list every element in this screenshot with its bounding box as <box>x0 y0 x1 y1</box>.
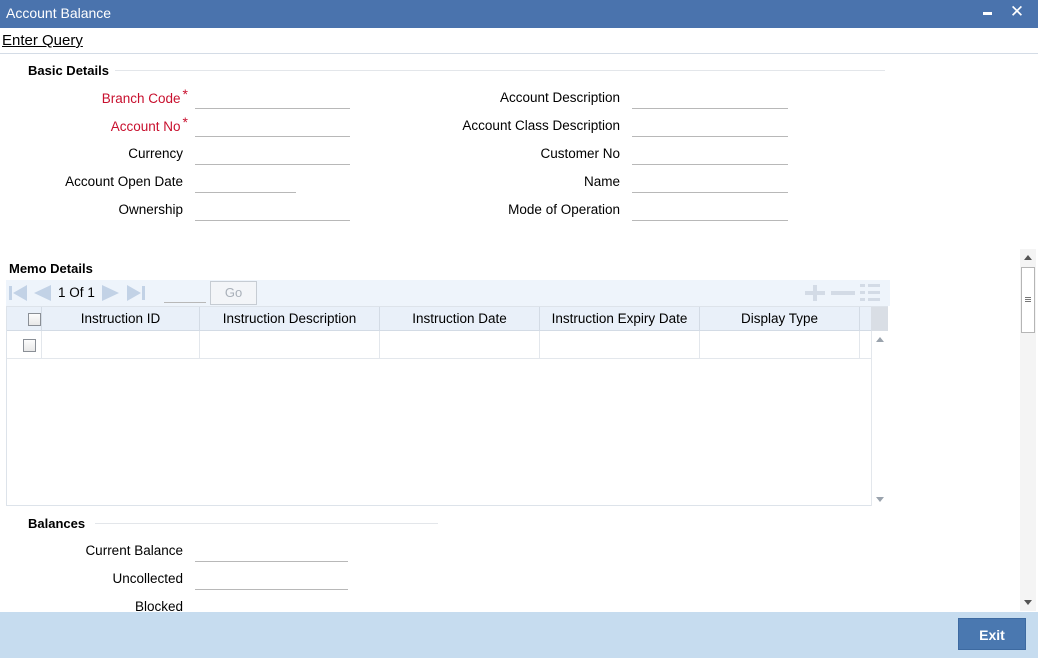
uncollected-label: Uncollected <box>112 571 183 586</box>
name-label: Name <box>583 174 620 189</box>
account-class-description-label: Account Class Description <box>462 118 620 133</box>
current-balance-input[interactable] <box>195 542 348 562</box>
balances-title: Balances <box>28 516 86 531</box>
header-instruction-id[interactable]: Instruction ID <box>42 307 200 331</box>
page-scroll-thumb[interactable] <box>1021 267 1035 333</box>
last-page-icon[interactable] <box>126 284 146 302</box>
required-marker: * <box>182 114 188 130</box>
page-scroll-up-icon[interactable] <box>1024 255 1032 260</box>
currency-input[interactable] <box>195 145 350 165</box>
scroll-up-icon[interactable] <box>876 337 884 342</box>
account-no-label-text: Account No <box>110 119 181 134</box>
branch-code-input[interactable] <box>195 89 350 109</box>
minimize-button[interactable] <box>978 0 1000 28</box>
row-select-cell <box>7 331 42 359</box>
instruction-date-cell[interactable] <box>380 331 540 359</box>
first-page-icon[interactable] <box>8 284 28 302</box>
basic-details-title: Basic Details <box>28 63 109 78</box>
page-scroll-down-icon[interactable] <box>1024 600 1032 605</box>
delete-row-icon[interactable] <box>830 282 856 304</box>
header-instruction-expiry-date[interactable]: Instruction Expiry Date <box>540 307 700 331</box>
header-instruction-description[interactable]: Instruction Description <box>200 307 380 331</box>
scroll-down-icon[interactable] <box>876 497 884 502</box>
current-page: 1 <box>58 285 66 300</box>
previous-page-icon[interactable] <box>32 284 52 302</box>
account-no-input[interactable] <box>195 117 350 137</box>
instruction-id-cell[interactable] <box>42 331 200 359</box>
balances-divider <box>95 523 438 524</box>
current-balance-label: Current Balance <box>85 543 183 558</box>
header-select-cell <box>7 307 42 331</box>
grid-scrollbar[interactable] <box>871 331 888 506</box>
grip-icon <box>1025 297 1031 298</box>
page-number-input[interactable] <box>164 284 206 303</box>
next-page-icon[interactable] <box>101 284 121 302</box>
instruction-expiry-date-cell[interactable] <box>540 331 700 359</box>
account-class-description-input[interactable] <box>632 117 788 137</box>
footer-bar: Exit <box>0 612 1038 658</box>
go-button[interactable]: Go <box>210 281 257 305</box>
branch-code-label: Branch Code * <box>101 86 188 106</box>
grid-header-corner <box>871 307 888 331</box>
page-scrollbar[interactable] <box>1020 249 1036 611</box>
select-all-checkbox[interactable] <box>28 313 41 326</box>
mode-of-operation-input[interactable] <box>632 201 788 221</box>
row-checkbox[interactable] <box>23 339 36 352</box>
basic-details-divider <box>115 70 885 71</box>
name-input[interactable] <box>632 173 788 193</box>
add-row-icon[interactable] <box>802 282 828 304</box>
uncollected-input[interactable] <box>195 570 348 590</box>
ownership-input[interactable] <box>195 201 350 221</box>
account-open-date-label: Account Open Date <box>65 174 183 189</box>
memo-details-grid: Instruction ID Instruction Description I… <box>6 306 888 506</box>
minimize-icon <box>983 12 992 15</box>
display-type-cell[interactable] <box>700 331 860 359</box>
memo-grid-toolbar: 1 Of 1 Go <box>6 280 890 306</box>
menu-divider <box>0 53 1038 54</box>
account-no-label: Account No * <box>110 114 188 134</box>
single-view-icon[interactable] <box>858 282 884 304</box>
instruction-description-cell[interactable] <box>200 331 380 359</box>
required-marker: * <box>182 86 188 102</box>
branch-code-label-text: Branch Code <box>101 91 181 106</box>
memo-details-title: Memo Details <box>9 261 93 276</box>
memo-grid-header: Instruction ID Instruction Description I… <box>7 307 888 331</box>
close-button[interactable]: ✕ <box>1006 0 1028 28</box>
account-description-input[interactable] <box>632 89 788 109</box>
account-description-label: Account Description <box>499 90 620 105</box>
currency-label: Currency <box>128 146 183 161</box>
enter-query-link[interactable]: Enter Query <box>2 32 83 49</box>
customer-no-input[interactable] <box>632 145 788 165</box>
customer-no-label: Customer No <box>540 146 620 161</box>
ownership-label: Ownership <box>118 202 183 217</box>
window-titlebar: Account Balance ✕ <box>0 0 1038 28</box>
pager-of: Of <box>69 285 84 300</box>
mode-of-operation-label: Mode of Operation <box>508 202 620 217</box>
header-display-type[interactable]: Display Type <box>700 307 860 331</box>
account-open-date-input[interactable] <box>195 173 296 193</box>
table-row <box>7 331 871 359</box>
exit-button[interactable]: Exit <box>958 618 1026 650</box>
pager-label: 1 Of 1 <box>58 285 95 300</box>
window-title: Account Balance <box>6 5 112 21</box>
total-pages: 1 <box>87 285 95 300</box>
header-instruction-date[interactable]: Instruction Date <box>380 307 540 331</box>
